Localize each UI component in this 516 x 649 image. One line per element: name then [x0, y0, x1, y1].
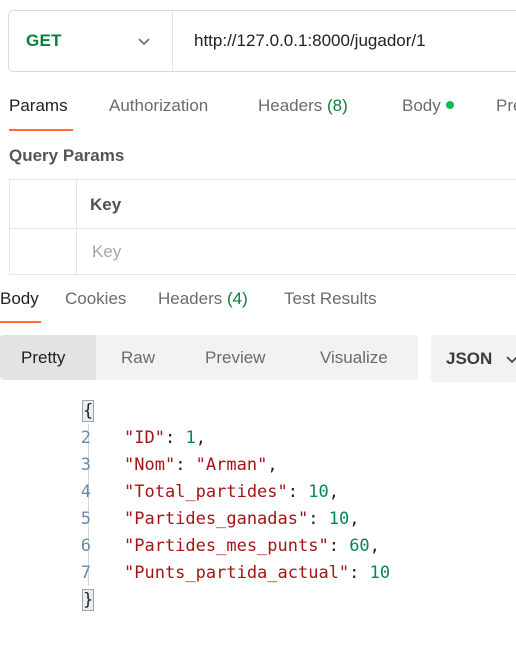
code-line: 6 "Partides_mes_punts": 60,	[0, 532, 516, 559]
tab-pre-request[interactable]: Pre	[496, 96, 516, 116]
line-number: 6	[80, 536, 91, 556]
code-line: 3 "Nom": "Arman",	[0, 451, 516, 478]
tab-test-results[interactable]: Test Results	[284, 289, 377, 309]
line-number: 3	[80, 455, 91, 475]
headers-count: (8)	[327, 96, 348, 115]
line-number: 4	[80, 482, 91, 502]
line-number: 5	[80, 509, 91, 529]
tab-headers-label: Headers	[258, 96, 323, 115]
response-tabs: Body Cookies Headers (4) Test Results	[0, 282, 516, 326]
request-bar: GET http://127.0.0.1:8000/jugador/1	[8, 10, 516, 72]
json-key: "ID"	[124, 428, 165, 448]
query-params-table: Key Key	[9, 179, 516, 276]
line-number: 7	[80, 563, 91, 583]
tab-body-label: Body	[402, 96, 441, 115]
view-preview-button[interactable]: Preview	[205, 335, 265, 380]
view-visualize-button[interactable]: Visualize	[320, 335, 388, 380]
json-value: 10	[328, 509, 350, 529]
json-key: "Punts_partida_actual"	[124, 563, 350, 583]
view-raw-button[interactable]: Raw	[121, 335, 155, 380]
active-tab-indicator	[9, 129, 73, 131]
chevron-down-icon	[138, 38, 150, 46]
json-key: "Total_partides"	[124, 482, 288, 502]
code-line: 7 "Punts_partida_actual": 10	[0, 559, 516, 586]
json-key: "Nom"	[124, 455, 176, 475]
json-key: "Partides_ganadas"	[124, 509, 309, 529]
body-status-dot	[445, 101, 454, 109]
key-input[interactable]: Key	[92, 242, 121, 262]
tab-response-body[interactable]: Body	[0, 289, 39, 309]
open-brace: {	[82, 400, 95, 422]
chevron-down-icon	[506, 355, 516, 363]
code-line: 2 "ID": 1,	[0, 424, 516, 451]
close-brace: }	[82, 589, 95, 611]
json-value: 10	[369, 563, 391, 583]
table-header-row	[10, 180, 516, 229]
query-params-title: Query Params	[9, 146, 125, 165]
line-number: 2	[80, 428, 91, 448]
code-line: 8 }	[0, 586, 516, 613]
tab-cookies[interactable]: Cookies	[65, 289, 126, 309]
view-mode-switcher: Pretty Raw Preview Visualize	[0, 335, 418, 380]
json-value: "Arman"	[195, 455, 268, 475]
json-value: 60	[349, 536, 370, 556]
key-column-header: Key	[90, 195, 122, 214]
tab-headers[interactable]: Headers (8)	[258, 96, 348, 116]
request-tabs: Params Authorization Headers (8) Body Pr…	[0, 90, 516, 132]
json-value: 1	[185, 428, 196, 448]
view-pretty-button[interactable]: Pretty	[0, 335, 96, 380]
tab-response-headers[interactable]: Headers (4)	[158, 289, 248, 309]
tab-body[interactable]: Body	[402, 96, 454, 116]
json-value: 10	[308, 482, 329, 502]
format-label: JSON	[446, 348, 493, 368]
tab-response-headers-label: Headers	[158, 289, 223, 308]
column-divider	[76, 180, 77, 276]
json-key: "Partides_mes_punts"	[124, 536, 329, 556]
url-input[interactable]: http://127.0.0.1:8000/jugador/1	[173, 31, 426, 51]
tab-authorization[interactable]: Authorization	[109, 96, 208, 116]
code-line: 1 {	[0, 397, 516, 424]
tab-params[interactable]: Params	[9, 96, 68, 116]
response-headers-count: (4)	[227, 289, 248, 308]
code-line: 4 "Total_partides": 10,	[0, 478, 516, 505]
method-label: GET	[26, 31, 62, 50]
format-select[interactable]: JSON	[431, 335, 516, 382]
code-line: 5 "Partides_ganadas": 10,	[0, 505, 516, 532]
method-select[interactable]: GET	[9, 11, 173, 71]
response-active-tab-indicator	[0, 321, 41, 323]
